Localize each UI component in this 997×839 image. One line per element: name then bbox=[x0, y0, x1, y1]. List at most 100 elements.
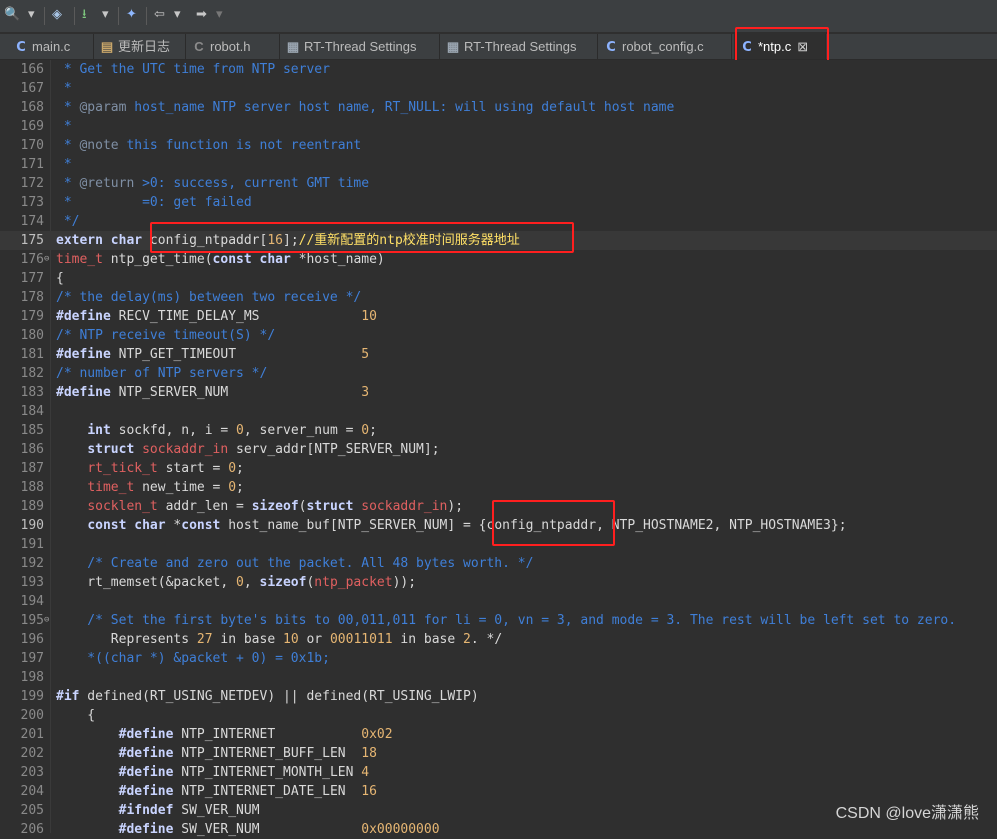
forward-arrow-icon[interactable]: ➡ bbox=[196, 6, 207, 24]
code-text: #define RECV_TIME_DELAY_MS 10 bbox=[56, 309, 377, 324]
code-text: */ bbox=[56, 214, 80, 229]
code-editor[interactable]: 166 * Get the UTC time from NTP server 16… bbox=[0, 60, 997, 837]
download-dropdown-icon[interactable]: ▾ bbox=[102, 6, 109, 24]
back-arrow-icon[interactable]: ⇦ bbox=[154, 6, 165, 24]
code-line[interactable]: 193 rt_memset(&packet, 0, sizeof(ntp_pac… bbox=[0, 573, 997, 592]
code-text: socklen_t addr_len = sizeof(struct socka… bbox=[87, 499, 464, 514]
line-number: 196 bbox=[20, 632, 44, 647]
fold-marker-icon[interactable]: ⊖ bbox=[44, 611, 51, 630]
toolbar-separator bbox=[146, 7, 147, 25]
tab-label: RT-Thread Settings bbox=[464, 39, 577, 54]
tab-update-log[interactable]: ▤ 更新日志 bbox=[94, 34, 186, 59]
code-line[interactable]: 170 * @note this function is not reentra… bbox=[0, 136, 997, 155]
code-line[interactable]: 183 #define NTP_SERVER_NUM 3 bbox=[0, 383, 997, 402]
code-line[interactable]: 171 * bbox=[0, 155, 997, 174]
tab-rt-thread-settings[interactable]: ▦ RT-Thread Settings bbox=[280, 34, 440, 59]
build-icon[interactable]: ◈ bbox=[52, 6, 62, 24]
code-line[interactable]: 195 ⊖ /* Set the first byte's bits to 00,… bbox=[0, 611, 997, 630]
fold-marker-icon[interactable]: ⊖ bbox=[44, 250, 51, 269]
code-line[interactable]: 188 time_t new_time = 0; bbox=[0, 478, 997, 497]
tab-ntp-c[interactable]: C *ntp.c ⊠ bbox=[734, 34, 826, 59]
line-number: 187 bbox=[20, 461, 44, 476]
c-file-icon: C bbox=[606, 40, 616, 55]
code-line[interactable]: 186 struct sockaddr_in serv_addr[NTP_SER… bbox=[0, 440, 997, 459]
settings-icon: ▦ bbox=[286, 39, 300, 54]
code-line[interactable]: 203 #define NTP_INTERNET_MONTH_LEN 4 bbox=[0, 763, 997, 782]
code-line[interactable]: 173 * =0: get failed bbox=[0, 193, 997, 212]
line-number: 175 bbox=[20, 233, 44, 248]
line-number: 206 bbox=[20, 822, 44, 837]
line-number: 191 bbox=[20, 537, 44, 552]
tab-robot-h[interactable]: Crobot.h bbox=[186, 34, 280, 59]
line-number: 202 bbox=[20, 746, 44, 761]
line-number: 183 bbox=[20, 385, 44, 400]
code-text: * @param host_name NTP server host name,… bbox=[56, 100, 675, 115]
code-line[interactable]: 202 #define NTP_INTERNET_BUFF_LEN 18 bbox=[0, 744, 997, 763]
code-line[interactable]: 196 Represents 27 in base 10 or 00011011… bbox=[0, 630, 997, 649]
code-line[interactable]: 179 #define RECV_TIME_DELAY_MS 10 bbox=[0, 307, 997, 326]
line-number: 182 bbox=[20, 366, 44, 381]
code-line[interactable]: 190 const char *const host_name_buf[NTP_… bbox=[0, 516, 997, 535]
back-dropdown-icon[interactable]: ▾ bbox=[174, 6, 181, 24]
code-line[interactable]: 185 int sockfd, n, i = 0, server_num = 0… bbox=[0, 421, 997, 440]
code-line[interactable]: 191 bbox=[0, 535, 997, 554]
line-number: 166 bbox=[20, 62, 44, 77]
code-text: struct sockaddr_in serv_addr[NTP_SERVER_… bbox=[87, 442, 440, 457]
code-line[interactable]: 182 /* number of NTP servers */ bbox=[0, 364, 997, 383]
line-number: 204 bbox=[20, 784, 44, 799]
code-line[interactable]: 184 bbox=[0, 402, 997, 421]
code-text: /* number of NTP servers */ bbox=[56, 366, 268, 381]
code-line[interactable]: 172 * @return >0: success, current GMT t… bbox=[0, 174, 997, 193]
code-line[interactable]: 192 /* Create and zero out the packet. A… bbox=[0, 554, 997, 573]
search-icon[interactable]: 🔍 bbox=[4, 6, 20, 24]
document-icon: ▤ bbox=[100, 39, 114, 54]
code-line[interactable]: 175 extern char config_ntpaddr[16];//重新配置… bbox=[0, 231, 997, 250]
tab-robot-config-c[interactable]: Crobot_config.c bbox=[598, 34, 732, 59]
code-line[interactable]: 181 #define NTP_GET_TIMEOUT 5 bbox=[0, 345, 997, 364]
code-line[interactable]: 167 * bbox=[0, 79, 997, 98]
code-line[interactable]: 168 * @param host_name NTP server host n… bbox=[0, 98, 997, 117]
code-line[interactable]: 169 * bbox=[0, 117, 997, 136]
code-text: *((char *) &packet + 0) = 0x1b; bbox=[56, 651, 330, 666]
code-text: { bbox=[56, 708, 96, 723]
code-line[interactable]: 174 */ bbox=[0, 212, 997, 231]
editor-tab-bar: Cmain.c ▤ 更新日志 Crobot.h ▦ RT-Thread Settin… bbox=[0, 34, 997, 60]
line-number: 194 bbox=[20, 594, 44, 609]
code-line[interactable]: 201 #define NTP_INTERNET 0x02 bbox=[0, 725, 997, 744]
code-line[interactable]: 180 /* NTP receive timeout(S) */ bbox=[0, 326, 997, 345]
download-icon[interactable]: ⭳ bbox=[82, 6, 87, 24]
debug-icon[interactable]: ✦ bbox=[126, 6, 137, 24]
code-line[interactable]: 198 bbox=[0, 668, 997, 687]
search-dropdown-icon[interactable]: ▾ bbox=[28, 6, 35, 24]
code-line[interactable]: 189 socklen_t addr_len = sizeof(struct s… bbox=[0, 497, 997, 516]
code-line[interactable]: 166 * Get the UTC time from NTP server bbox=[0, 60, 997, 79]
close-icon[interactable]: ⊠ bbox=[797, 39, 808, 54]
tab-label: main.c bbox=[32, 39, 71, 54]
code-line[interactable]: 187 rt_tick_t start = 0; bbox=[0, 459, 997, 478]
code-text: rt_memset(&packet, 0, sizeof(ntp_packet)… bbox=[56, 575, 417, 590]
code-text: extern char config_ntpaddr[16];//重新配置的nt… bbox=[56, 233, 520, 248]
line-number: 192 bbox=[20, 556, 44, 571]
tab-rt-thread-settings-2[interactable]: ▦ RT-Thread Settings bbox=[440, 34, 598, 59]
toolbar-separator bbox=[74, 7, 75, 25]
toolbar-separator bbox=[44, 7, 45, 25]
code-line[interactable]: 176 ⊖ time_t ntp_get_time(const char *host… bbox=[0, 250, 997, 269]
header-file-icon: C bbox=[194, 39, 204, 54]
code-text: #ifndef SW_VER_NUM bbox=[118, 803, 260, 818]
forward-dropdown-icon[interactable]: ▾ bbox=[216, 6, 223, 24]
code-line[interactable]: 194 bbox=[0, 592, 997, 611]
code-line[interactable]: 199 #if defined(RT_USING_NETDEV) || defin… bbox=[0, 687, 997, 706]
line-number: 198 bbox=[20, 670, 44, 685]
tab-main-c[interactable]: Cmain.c bbox=[8, 34, 94, 59]
code-line[interactable]: 177 { bbox=[0, 269, 997, 288]
tab-label: 更新日志 bbox=[118, 39, 171, 54]
toolbar: 🔍 ▾ ◈ ⭳ ▾ ✦ ⇦ ▾ ➡ ▾ bbox=[0, 0, 997, 32]
code-line[interactable]: 200 { bbox=[0, 706, 997, 725]
code-line[interactable]: 197 *((char *) &packet + 0) = 0x1b; bbox=[0, 649, 997, 668]
line-number: 169 bbox=[20, 119, 44, 134]
line-number: 203 bbox=[20, 765, 44, 780]
code-text: * @note this function is not reentrant bbox=[56, 138, 362, 153]
code-line[interactable]: 178 /* the delay(ms) between two receive … bbox=[0, 288, 997, 307]
code-text: #define NTP_INTERNET_MONTH_LEN 4 bbox=[118, 765, 370, 780]
c-file-icon: C bbox=[742, 40, 752, 55]
